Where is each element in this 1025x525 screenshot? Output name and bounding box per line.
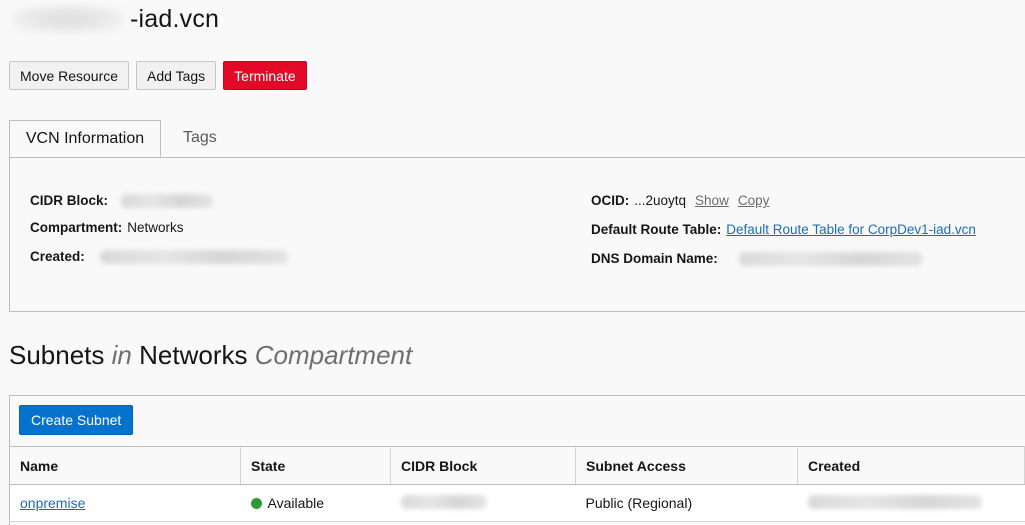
vcn-information-panel: CIDR Block: Compartment: Networks Create… — [9, 157, 1025, 312]
subnets-heading-in: in — [111, 340, 132, 370]
cidr-block-row: CIDR Block: — [30, 193, 214, 208]
ocid-row: OCID: ...2uoytq Show Copy — [591, 193, 769, 208]
move-resource-button[interactable]: Move Resource — [9, 61, 130, 90]
compartment-label: Compartment: — [30, 220, 123, 235]
dns-domain-label: DNS Domain Name: — [591, 251, 718, 266]
terminate-button[interactable]: Terminate — [223, 61, 307, 90]
ocid-copy-link[interactable]: Copy — [738, 193, 770, 208]
route-table-link[interactable]: Default Route Table for CorpDev1-iad.vcn — [726, 222, 976, 237]
tab-vcn-information[interactable]: VCN Information — [9, 120, 161, 157]
dns-domain-row: DNS Domain Name: — [591, 251, 923, 266]
tab-tags[interactable]: Tags — [183, 120, 217, 156]
subnet-name-cell: onpremise — [10, 484, 241, 522]
redacted-subnet-cidr — [400, 494, 487, 509]
redacted-cidr-value — [121, 193, 214, 208]
created-row: Created: — [30, 249, 288, 264]
create-subnet-button[interactable]: Create Subnet — [19, 405, 134, 435]
add-tags-button[interactable]: Add Tags — [136, 61, 217, 90]
column-header-state[interactable]: State — [240, 446, 391, 485]
ocid-show-link[interactable]: Show — [695, 193, 729, 208]
subnets-table-container: Create Subnet Name State CIDR Block Subn… — [9, 395, 1025, 525]
cidr-block-label: CIDR Block: — [30, 193, 109, 208]
redacted-dns-value — [738, 251, 923, 266]
column-header-cidr-block[interactable]: CIDR Block — [390, 446, 576, 485]
table-row: onpremise Available Public (Regional) — [10, 484, 1025, 522]
ocid-value: ...2uoytq — [634, 193, 687, 208]
subnets-heading-main: Subnets — [9, 340, 105, 370]
created-label: Created: — [30, 249, 85, 264]
subnet-state-cell: Available — [240, 484, 391, 522]
route-table-row: Default Route Table: Default Route Table… — [591, 222, 976, 237]
compartment-row: Compartment: Networks — [30, 220, 184, 235]
subnets-heading-suffix: Compartment — [254, 340, 413, 370]
subnet-created-cell — [797, 484, 1025, 522]
subnets-heading: Subnets in Networks Compartment — [9, 340, 412, 371]
route-table-label: Default Route Table: — [591, 222, 722, 237]
column-header-subnet-access[interactable]: Subnet Access — [575, 446, 798, 485]
page-title: -iad.vcn — [12, 2, 219, 36]
detail-tabs: VCN Information Tags — [9, 120, 1025, 158]
column-header-name[interactable]: Name — [10, 446, 241, 485]
table-header-row: Name State CIDR Block Subnet Access Crea… — [10, 446, 1025, 485]
redacted-created-value — [99, 249, 288, 264]
subnets-heading-compartment: Networks — [139, 340, 248, 370]
ocid-label: OCID: — [591, 193, 630, 208]
subnets-table: Name State CIDR Block Subnet Access Crea… — [10, 446, 1025, 522]
available-status-icon — [250, 498, 262, 509]
subnet-state-value: Available — [267, 495, 325, 511]
subnet-cidr-cell — [390, 484, 576, 522]
action-toolbar: Move Resource Add Tags Terminate — [9, 61, 307, 90]
compartment-value: Networks — [127, 220, 184, 235]
column-header-created[interactable]: Created — [797, 446, 1025, 485]
subnet-name-link[interactable]: onpremise — [20, 495, 85, 511]
subnet-access-cell: Public (Regional) — [575, 484, 798, 522]
redacted-vcn-prefix — [12, 4, 124, 34]
page-title-text: -iad.vcn — [130, 4, 220, 33]
redacted-subnet-created — [807, 494, 982, 509]
